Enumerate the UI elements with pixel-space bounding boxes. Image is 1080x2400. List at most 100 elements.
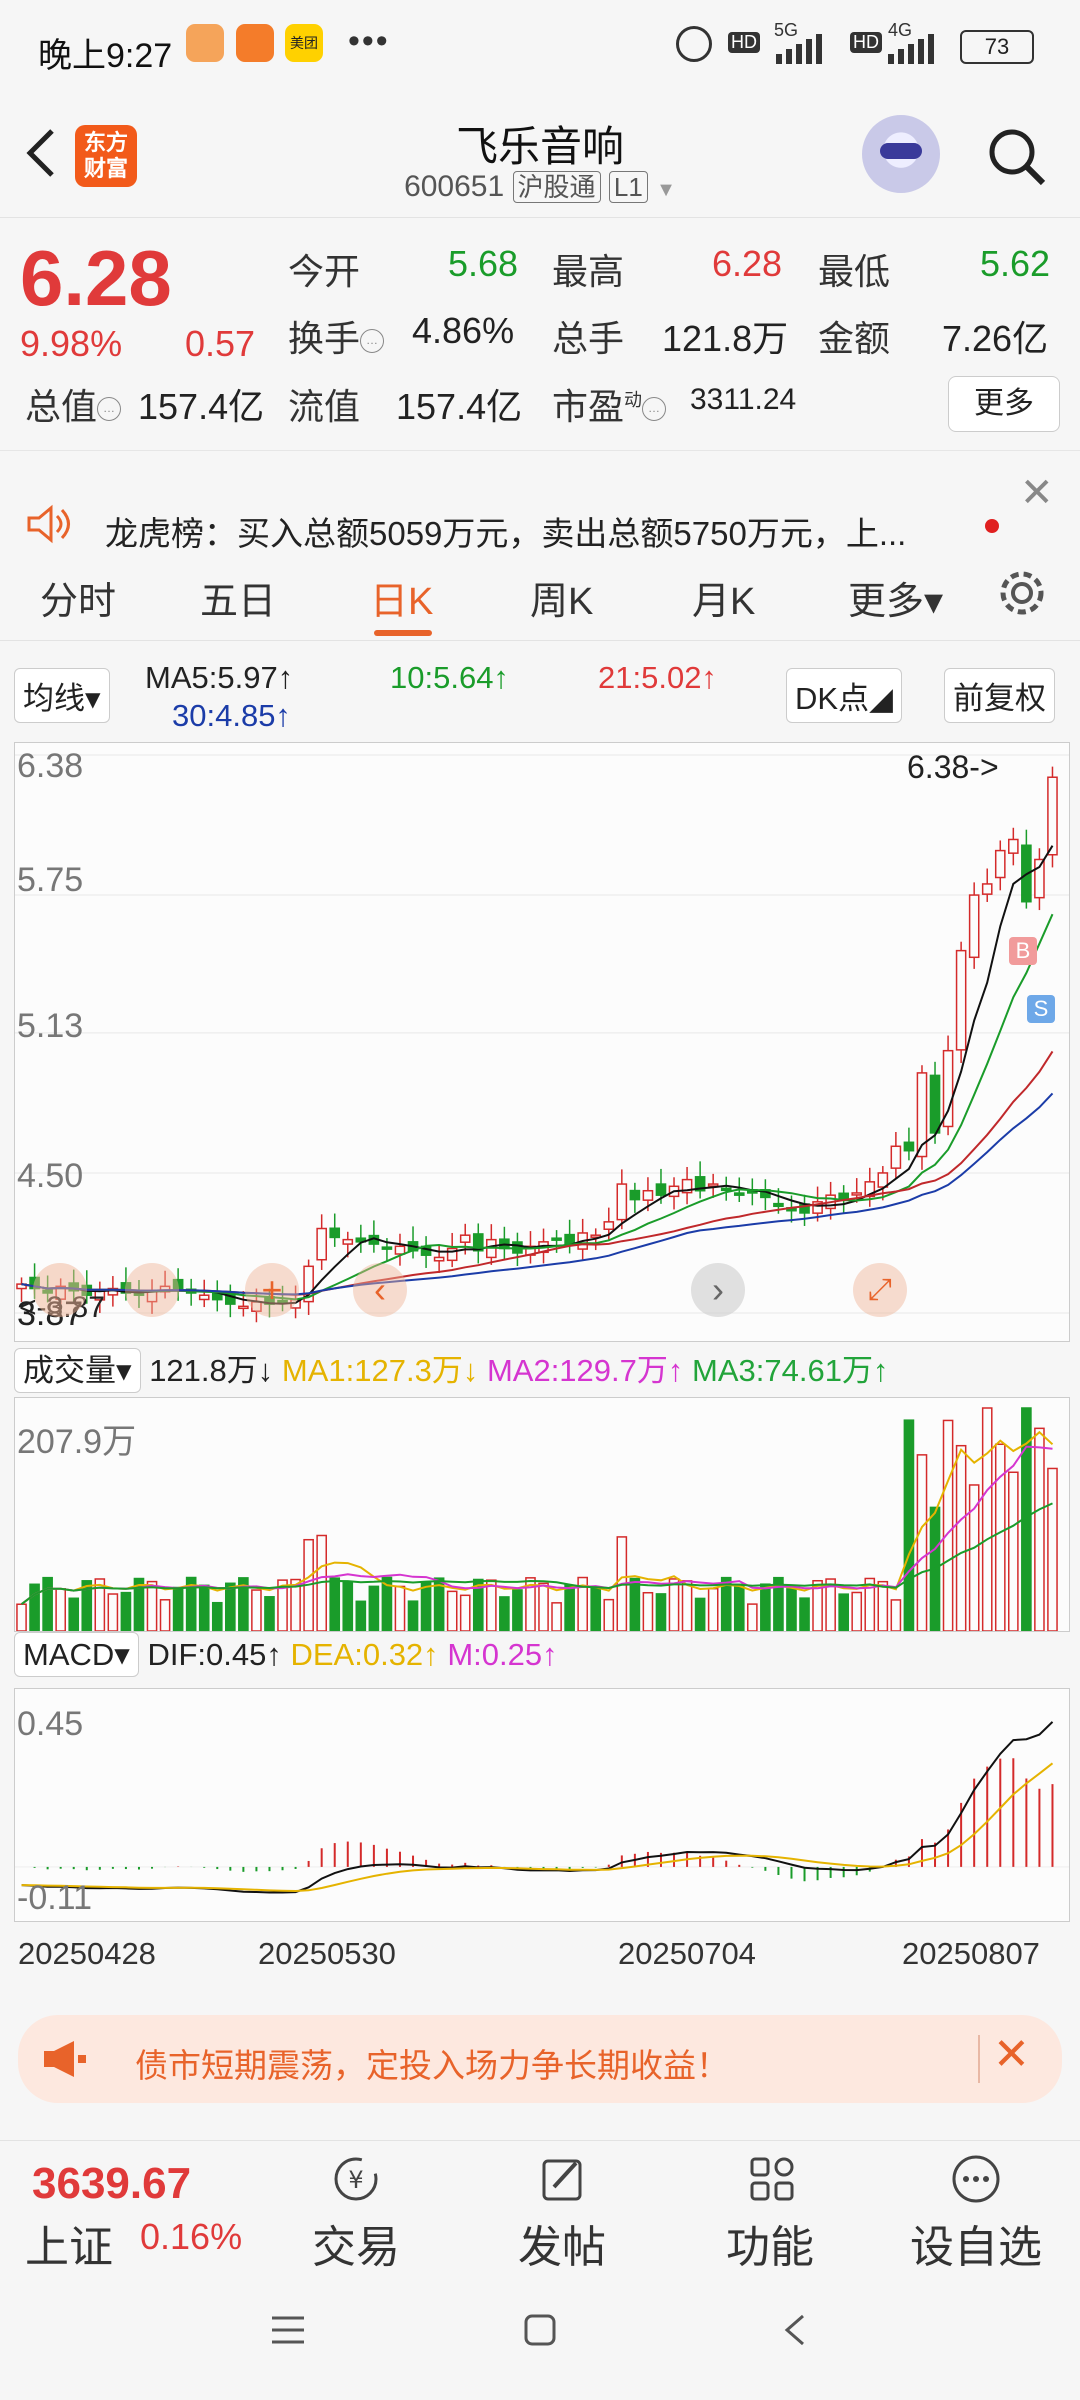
robot-assistant-avatar[interactable] [862,115,940,193]
date-label-2: 20250530 [258,1936,396,1971]
alarm-icon [676,26,712,62]
candle-body [903,1141,915,1152]
candle-body [733,1192,745,1196]
home-icon[interactable] [520,2310,560,2350]
turnover-label[interactable]: 换手… [288,310,385,362]
volume-bar [1008,1471,1019,1632]
volume-bar [955,1444,967,1632]
volume-bar [747,1603,758,1632]
volume-value: 121.8万 [662,318,789,359]
function-button[interactable]: 功能 [700,2151,840,2275]
current-price: 6.28 [20,234,172,322]
index-value: 3639.67 [32,2159,192,2208]
taobao-app-icon [186,24,224,62]
volume-bar [368,1585,380,1632]
gear-icon[interactable] [995,566,1049,620]
volume-bar [760,1583,771,1632]
high-marker: 6.38-> [907,749,999,785]
macd-y-min: -0.11 [17,1879,92,1917]
close-icon[interactable]: ✕ [1020,470,1054,516]
volume-bar [55,1588,66,1632]
volume-chart[interactable]: 207.9万 [14,1397,1070,1632]
volume-bar [655,1593,667,1632]
ma10-line [21,913,1054,1301]
volume-bar [590,1586,602,1632]
news-ticker[interactable]: 龙虎榜：买入总额5059万元，卖出总额5750万元，上... ✕ [0,452,1080,552]
volume-bar [251,1589,262,1632]
volume-bar [994,1443,1006,1632]
trade-icon: ¥ [334,2157,378,2201]
mktcap-label[interactable]: 总值… [25,378,122,430]
trade-button[interactable]: ¥ 交易 [286,2151,426,2275]
menu-icon[interactable] [268,2310,308,2350]
candle-body [603,1221,615,1230]
candle-body [238,1305,249,1310]
chevron-right-icon[interactable]: › [691,1263,745,1317]
post-button[interactable]: 发帖 [492,2151,632,2275]
back-nav-icon[interactable] [775,2310,815,2350]
chevron-left-icon[interactable]: ‹ [353,1263,407,1317]
candle-body [394,1245,406,1255]
chart-back-button[interactable] [33,1263,87,1317]
vol-ma3: MA3:74.61万↑ [692,1353,889,1388]
more-quote-button[interactable]: 更多 [948,376,1060,432]
vol-ma1: MA1:127.3万↓ [281,1353,479,1388]
change-percent: 9.98% [20,323,123,364]
tab-more[interactable]: 更多▾ [848,570,943,625]
index-widget[interactable]: 3639.67 上证 0.16% [0,2141,260,2272]
close-icon[interactable]: ✕ [993,2029,1030,2080]
volume-bar [851,1591,863,1632]
sell-marker[interactable]: S [1027,995,1055,1023]
volume-bar [486,1579,497,1632]
chart-zoom-out-button[interactable] [125,1263,179,1317]
unread-dot [985,519,999,533]
volume-bar [916,1454,928,1632]
tab-intraday[interactable]: 分时 [40,570,116,625]
volume-indicator-row: 成交量▾ 121.8万↓ MA1:127.3万↓ MA2:129.7万↑ MA3… [14,1345,889,1393]
search-icon[interactable] [985,125,1047,187]
hd-icon: HD [728,32,760,53]
info-icon: … [97,397,122,422]
candle-body [564,1233,575,1245]
divider [978,2035,980,2083]
ma-selector[interactable]: 均线▾ [14,668,110,723]
low-label: 最低 [818,251,891,292]
candle-body [720,1187,732,1192]
tab-daily-k[interactable]: 日K [370,570,433,625]
volume-bar [942,1419,954,1632]
mktcap-value: 157.4亿 [138,386,265,427]
tab-five-day[interactable]: 五日 [200,570,276,625]
volume-selector[interactable]: 成交量▾ [14,1348,141,1393]
candle-body [198,1294,210,1301]
y-label-2: 5.75 [17,861,84,899]
volume-bar [120,1591,132,1632]
macd-dea-line [21,1762,1054,1893]
zoom-in-icon[interactable]: + [245,1263,299,1317]
level-tag: L1 [608,171,648,203]
volume-bar [342,1581,354,1632]
buy-marker[interactable]: B [1009,937,1037,965]
macd-svg [15,1721,1069,1894]
macd-y-max: 0.45 [17,1705,84,1743]
adjust-button[interactable]: 前复权 [944,668,1055,723]
add-watchlist-button[interactable]: 设自选 [906,2151,1046,2275]
volume-bar [446,1590,458,1632]
float-value: 157.4亿 [396,386,523,427]
pe-label[interactable]: 市盈动… [552,378,667,430]
tab-weekly-k[interactable]: 周K [530,570,593,625]
candlestick-chart[interactable]: 6.38 5.75 5.13 4.50 3.87 6.38-> <-3.87 B… [14,742,1070,1342]
macd-chart[interactable]: 0.45 -0.11 [14,1688,1070,1922]
volume-bar [29,1583,40,1632]
ad-banner[interactable]: 债市短期震荡，定投入场力争长期收益！ ✕ [18,2015,1062,2103]
status-bar: 晚上9:27 美团 ••• HD 5G HD 4G 73 [0,0,1080,95]
tab-monthly-k[interactable]: 月K [692,570,755,625]
volume-bar [968,1484,980,1632]
fullscreen-icon[interactable]: ⤢ [853,1263,907,1317]
chevron-down-icon: ▼ [656,179,676,201]
volume-bar [420,1581,432,1632]
volume-bar [499,1596,510,1632]
volume-bar [512,1589,523,1632]
dk-point-button[interactable]: DK点◢ [786,668,902,723]
macd-selector[interactable]: MACD▾ [14,1632,139,1677]
candle-body [1008,838,1019,854]
